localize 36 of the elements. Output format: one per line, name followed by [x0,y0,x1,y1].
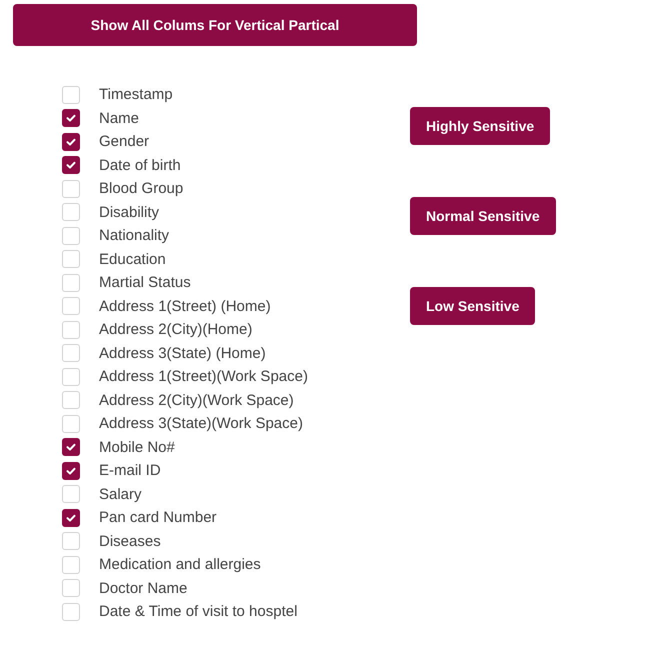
check-icon [65,441,77,454]
sensitivity-button[interactable]: Highly Sensitive [410,107,550,145]
checkbox[interactable] [62,132,80,151]
sensitivity-button[interactable]: Normal Sensitive [410,197,556,235]
checkbox[interactable] [62,438,80,456]
show-all-columns-button[interactable]: Show All Colums For Vertical Partical [13,4,417,46]
column-label: Pan card Number [99,509,217,526]
column-label: Date & Time of visit to hosptel [99,603,298,620]
column-label: Doctor Name [99,580,188,597]
column-label: Disability [99,204,160,221]
column-label: Address 3(State) (Home) [99,344,266,362]
column-label: Name [99,110,140,127]
column-label: Address 2(City)(Home) [99,321,252,338]
column-label: Timestamp [99,86,173,104]
column-label: Education [99,250,166,268]
checkbox[interactable] [62,508,80,527]
column-label: Gender [99,133,150,150]
column-label: Salary [99,486,142,503]
column-label: Martial Status [99,274,191,292]
column-label: Diseases [99,532,161,550]
checkbox[interactable] [62,156,80,174]
column-label: Medication and allergies [99,556,261,574]
column-label: E-mail ID [99,462,161,480]
check-icon [65,112,77,124]
column-label: Blood Group [99,180,184,198]
column-label: Address 3(State)(Work Space) [99,415,303,432]
column-label: Mobile No# [99,438,175,456]
sensitivity-button[interactable]: Low Sensitive [410,287,536,325]
column-label: Address 2(City)(Work Space) [99,392,294,409]
checkbox[interactable] [62,462,80,480]
column-label: Address 1(Street)(Work Space) [99,368,308,386]
check-icon [65,159,77,172]
column-label: Address 1(Street) (Home) [99,298,271,315]
checkbox[interactable] [62,109,80,128]
column-label: Date of birth [99,156,181,174]
column-label: Nationality [99,227,170,244]
